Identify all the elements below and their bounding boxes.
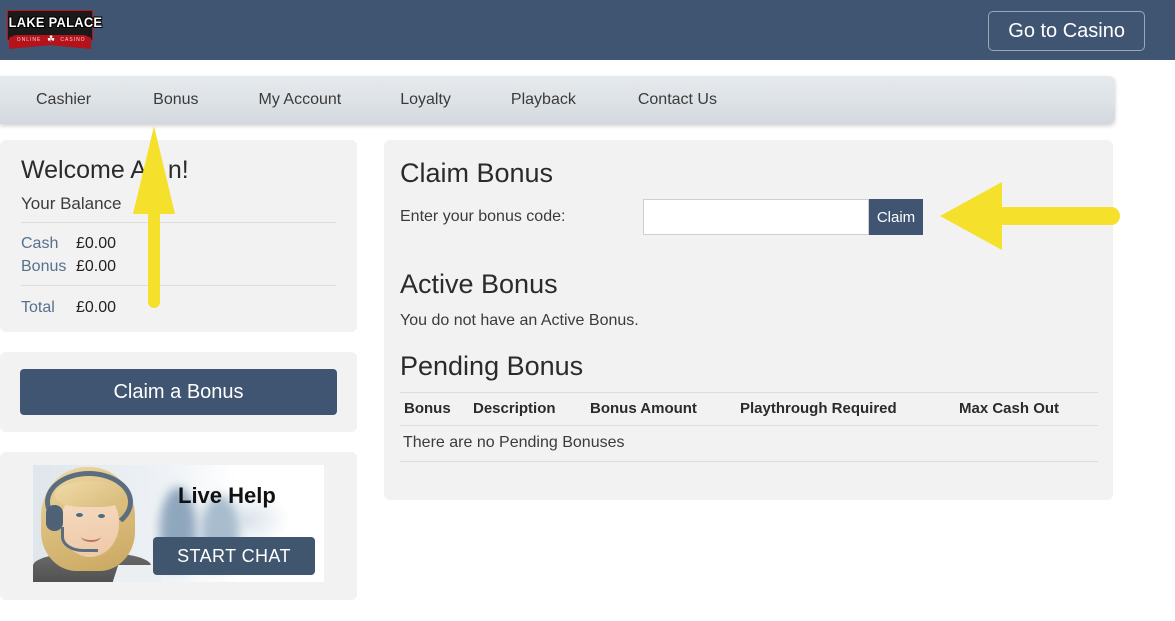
column-header-playthrough-required: Playthrough Required — [740, 400, 897, 417]
column-header-max-cash-out: Max Cash Out — [959, 400, 1060, 417]
logo-banner: LAKE PALACE ONLINE CASINO ☘ — [5, 8, 103, 52]
site-header: LAKE PALACE ONLINE CASINO ☘ Go to Casino — [0, 0, 1175, 60]
nav-item-my-account[interactable]: My Account — [259, 91, 342, 109]
balance-label-bonus: Bonus — [21, 258, 67, 275]
live-help-banner[interactable]: Live Help START CHAT — [33, 465, 324, 582]
column-header-bonus-amount: Bonus Amount — [590, 400, 697, 417]
balance-row-total: Total £0.00 — [21, 299, 116, 317]
pending-table-header: Bonus Description Bonus Amount Playthrou… — [400, 400, 1098, 420]
balance-divider-top — [21, 222, 336, 223]
balance-divider-bottom — [21, 285, 336, 286]
nav-item-loyalty[interactable]: Loyalty — [400, 91, 451, 109]
bonus-code-label: Enter your bonus code: — [400, 208, 566, 225]
nav-item-contact-us[interactable]: Contact Us — [638, 91, 717, 109]
column-header-bonus: Bonus — [404, 400, 451, 417]
active-bonus-heading: Active Bonus — [400, 269, 558, 299]
welcome-title: Welcome A n! — [21, 156, 189, 184]
nav-item-bonus[interactable]: Bonus — [153, 91, 198, 109]
start-chat-button[interactable]: START CHAT — [153, 537, 315, 575]
balance-row-cash: Cash £0.00 — [21, 235, 116, 253]
column-header-description: Description — [473, 400, 556, 417]
balance-label-total: Total — [21, 299, 55, 316]
balance-value-cash: £0.00 — [76, 235, 117, 252]
balance-row-bonus: Bonus £0.00 — [21, 258, 116, 276]
pending-bonus-heading: Pending Bonus — [400, 351, 584, 381]
nav-item-playback[interactable]: Playback — [511, 91, 576, 109]
table-divider-top — [400, 392, 1098, 393]
nav-item-list: Cashier Bonus My Account Loyalty Playbac… — [0, 76, 717, 124]
table-divider-middle — [400, 425, 1098, 426]
main-navigation: Cashier Bonus My Account Loyalty Playbac… — [0, 76, 1115, 124]
claim-a-bonus-button[interactable]: Claim a Bonus — [20, 369, 337, 415]
live-help-title: Live Help — [178, 483, 276, 508]
nav-item-cashier[interactable]: Cashier — [36, 91, 91, 109]
balance-value-total: £0.00 — [76, 299, 117, 316]
logo-title: LAKE PALACE — [8, 14, 103, 30]
logo-tagline-left: ONLINE — [16, 37, 42, 43]
table-divider-bottom — [400, 461, 1098, 462]
maple-leaf-icon: ☘ — [47, 34, 56, 44]
your-balance-label: Your Balance — [21, 194, 122, 213]
balance-label-cash: Cash — [21, 235, 59, 252]
pending-table-empty-message: There are no Pending Bonuses — [403, 434, 625, 451]
active-bonus-message: You do not have an Active Bonus. — [400, 312, 639, 329]
balance-value-bonus: £0.00 — [76, 258, 117, 275]
lake-palace-logo[interactable]: LAKE PALACE ONLINE CASINO ☘ — [5, 8, 103, 52]
logo-tagline-right: CASINO — [60, 37, 86, 43]
go-to-casino-button[interactable]: Go to Casino — [988, 11, 1145, 51]
bonus-code-input[interactable] — [643, 199, 869, 235]
claim-bonus-heading: Claim Bonus — [400, 158, 554, 188]
claim-button[interactable]: Claim — [869, 199, 923, 235]
